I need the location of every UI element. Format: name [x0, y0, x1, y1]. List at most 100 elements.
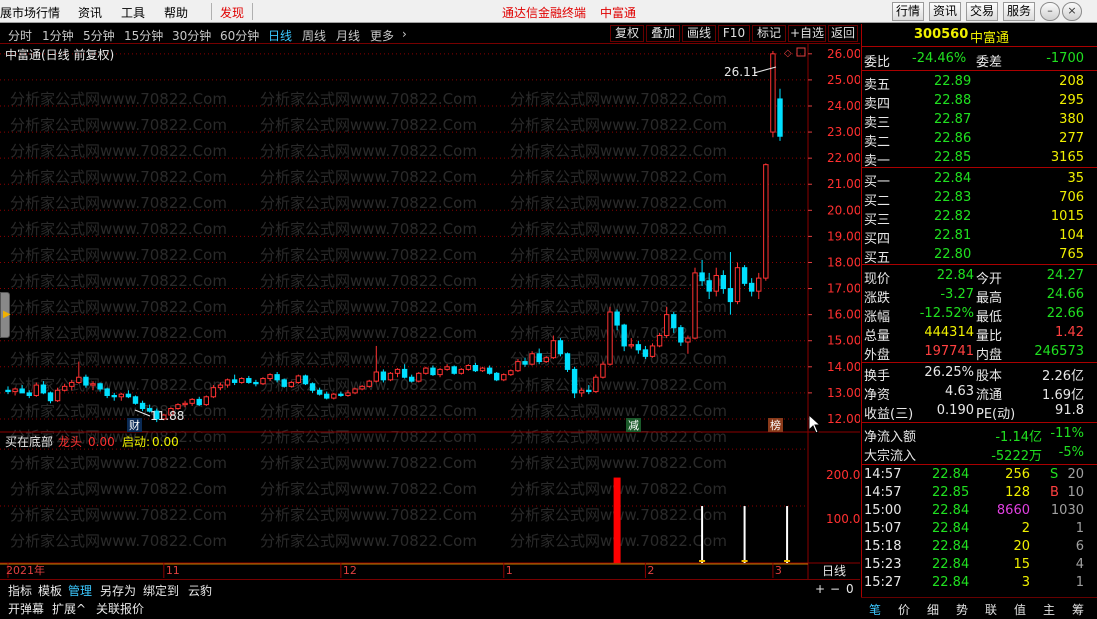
mark-button[interactable]: 标记	[752, 25, 786, 42]
ask-row[interactable]: 卖五 22.89 208	[862, 73, 1097, 93]
collapse-handle[interactable]: ▶	[0, 292, 11, 338]
zoom-out-button[interactable]: −	[830, 582, 840, 596]
tick-row[interactable]: 14:57 22.85 128 B 10	[862, 484, 1097, 502]
quote-button[interactable]: 行情	[892, 2, 924, 21]
stat-row[interactable]: 涨幅 -12.52% 最低 22.66	[862, 305, 1097, 325]
kline-chart[interactable]: 分析家公式网www.70822.Com 分析家公式网www.70822.Com 分析…	[0, 44, 860, 579]
danmaku-toggle[interactable]: 开弹幕	[8, 600, 44, 617]
period-tab-5min[interactable]: 5分钟	[83, 27, 115, 44]
zoom-reset-button[interactable]: 0	[846, 582, 854, 596]
tick-row[interactable]: 15:23 22.84 15 4	[862, 556, 1097, 574]
watermark-text: 分析家公式网www.70822.Com	[10, 298, 227, 316]
candle-body	[593, 376, 599, 393]
watermark-text: 分析家公式网www.70822.Com	[10, 350, 227, 368]
expand-button[interactable]: 扩展^	[52, 600, 86, 617]
period-tab-15min[interactable]: 15分钟	[124, 27, 163, 44]
ask-row[interactable]: 卖一 22.85 3165	[862, 149, 1097, 169]
period-tab-1min[interactable]: 1分钟	[42, 27, 74, 44]
stat-row[interactable]: 总量 444314 量比 1.42	[862, 324, 1097, 344]
close-icon[interactable]: ×	[1062, 2, 1082, 21]
related-quotes-link[interactable]: 关联报价	[96, 600, 144, 617]
bid-row[interactable]: 买二 22.83 706	[862, 189, 1097, 209]
tick-direction: B	[1050, 485, 1059, 500]
candle-body	[97, 383, 103, 390]
ask-row[interactable]: 卖三 22.87 380	[862, 111, 1097, 131]
period-label: 日线	[822, 564, 846, 578]
minimize-icon[interactable]: –	[1040, 2, 1060, 21]
tick-row[interactable]: 15:18 22.84 20 6	[862, 538, 1097, 556]
candle-body	[125, 393, 132, 398]
candle-body	[246, 378, 252, 383]
stat-row[interactable]: 现价 22.84 今开 24.27	[862, 267, 1097, 287]
stat-row[interactable]: 外盘 197741 内盘 246573	[862, 343, 1097, 363]
f10-button[interactable]: F10	[718, 25, 750, 42]
low-price-label: 11.88	[150, 409, 184, 423]
stock-code: 300560	[914, 27, 969, 42]
menu-market[interactable]: 展市场行情	[0, 4, 60, 21]
flow-row[interactable]: 净流入额 -1.14亿 -11%	[862, 425, 1097, 445]
candle-body	[451, 366, 457, 374]
back-button[interactable]: 返回	[828, 25, 858, 42]
stat-row[interactable]: 涨跌 -3.27 最高 24.66	[862, 286, 1097, 306]
adjust-button[interactable]: 复权	[610, 25, 644, 42]
add-watchlist-button[interactable]: +自选	[788, 25, 826, 42]
tick-direction: S	[1050, 467, 1059, 482]
candle-body	[118, 393, 125, 398]
candle-body	[479, 367, 486, 372]
service-button[interactable]: 服务	[1003, 2, 1035, 21]
flow-row[interactable]: 大宗流入 -5222万 -5%	[862, 444, 1097, 464]
price-tick-label: 26.00	[827, 47, 860, 61]
period-tab-60min[interactable]: 60分钟	[220, 27, 259, 44]
news-button[interactable]: 资讯	[929, 2, 961, 21]
bid-row[interactable]: 买一 22.84 35	[862, 170, 1097, 190]
candle-body	[394, 368, 401, 374]
bid-row[interactable]: 买三 22.82 1015	[862, 208, 1097, 228]
ask-row[interactable]: 卖二 22.86 277	[862, 130, 1097, 150]
quote-tab[interactable]: 笔	[869, 601, 881, 618]
overlay-button[interactable]: 叠加	[646, 25, 680, 42]
trade-button[interactable]: 交易	[966, 2, 998, 21]
candle-body	[486, 367, 493, 374]
quote-tab[interactable]: 价	[898, 601, 910, 618]
watermark-text: 分析家公式网www.70822.Com	[260, 142, 477, 160]
quote-tab[interactable]: 联	[985, 601, 997, 618]
period-tab-weekly[interactable]: 周线	[302, 27, 326, 44]
tick-row[interactable]: 15:07 22.84 2 1	[862, 520, 1097, 538]
tick-count: 10	[1067, 485, 1084, 500]
stat-row[interactable]: 净资 4.63 流通 1.69亿	[862, 383, 1097, 403]
quote-tab[interactable]: 筹	[1072, 601, 1084, 618]
stat-label: 收益(三)	[864, 407, 914, 422]
period-tab-more[interactable]: 更多	[370, 27, 394, 44]
menu-discover[interactable]: 发现	[220, 4, 244, 21]
diamond-icon[interactable]: ◇	[784, 48, 792, 59]
ask-row[interactable]: 卖四 22.88 295	[862, 92, 1097, 112]
quote-tab[interactable]: 主	[1043, 601, 1055, 618]
period-tab-monthly[interactable]: 月线	[336, 27, 360, 44]
period-tab-daily[interactable]: 日线	[268, 27, 292, 44]
draw-line-button[interactable]: 画线	[682, 25, 716, 42]
tick-row[interactable]: 15:27 22.84 3 1	[862, 574, 1097, 592]
zoom-in-button[interactable]: +	[815, 582, 825, 596]
longtou-value: 0.00	[88, 435, 115, 449]
indicator-name[interactable]: 买在底部	[5, 434, 53, 449]
signal-bar	[613, 477, 621, 563]
bid-row[interactable]: 买四 22.81 104	[862, 227, 1097, 247]
bid-row[interactable]: 买五 22.80 765	[862, 246, 1097, 266]
stat-row[interactable]: 收益(三) 0.190 PE(动) 91.8	[862, 402, 1097, 422]
menu-help[interactable]: 帮助	[164, 4, 188, 21]
menu-news[interactable]: 资讯	[78, 4, 102, 21]
chevron-right-icon[interactable]: ›	[402, 27, 407, 41]
square-icon[interactable]	[796, 47, 806, 57]
menu-tools[interactable]: 工具	[121, 4, 145, 21]
tick-row[interactable]: 14:57 22.84 256 S 20	[862, 466, 1097, 484]
candle-body	[656, 335, 663, 347]
price-tick-label: 15.00	[827, 334, 860, 348]
stat-row[interactable]: 换手 26.25% 股本 2.26亿	[862, 364, 1097, 384]
tick-row[interactable]: 15:00 22.84 8660 1030	[862, 502, 1097, 520]
bid-volume: 765	[1059, 247, 1084, 262]
quote-tab[interactable]: 势	[956, 601, 968, 618]
period-tab-timeshare[interactable]: 分时	[8, 27, 32, 44]
quote-tab[interactable]: 细	[927, 601, 939, 618]
quote-tab[interactable]: 值	[1014, 601, 1026, 618]
period-tab-30min[interactable]: 30分钟	[172, 27, 211, 44]
